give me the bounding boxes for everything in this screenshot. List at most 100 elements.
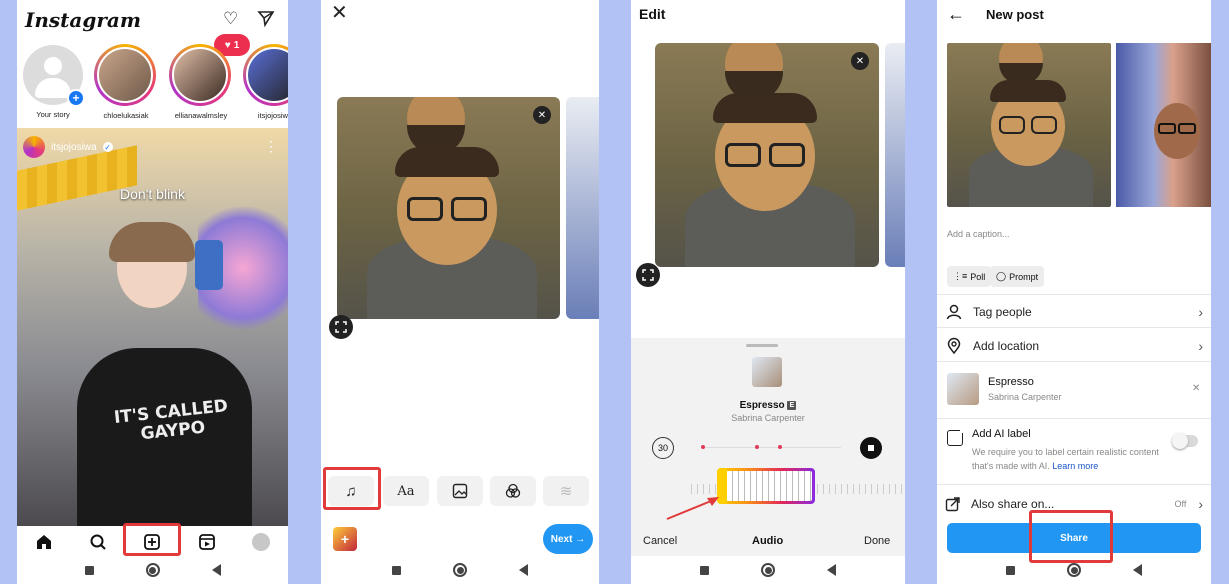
- screen-audio-edit: Edit ✕ Espresso E Sabrina Carpenter 30 C…: [631, 0, 905, 584]
- audio-clip-selector[interactable]: [717, 468, 815, 504]
- sticker-thumbnail-icon[interactable]: +: [333, 527, 357, 551]
- song-title: Espresso: [988, 376, 1034, 388]
- album-art: [752, 357, 782, 387]
- edit-tool-button[interactable]: ≋: [543, 476, 589, 506]
- expand-icon[interactable]: [329, 315, 353, 339]
- back-system-icon[interactable]: [519, 564, 528, 576]
- next-button[interactable]: Next →: [543, 524, 593, 554]
- ai-label-icon: [947, 427, 966, 446]
- page-title: New post: [986, 7, 1044, 22]
- system-nav-bar: [631, 556, 905, 584]
- home-icon[interactable]: [35, 533, 53, 551]
- poll-icon: ⋮≡: [953, 271, 968, 281]
- screen-feed: Instagram ♡ ♥ 1 + Your story chloelukasia…: [17, 0, 288, 584]
- profile-avatar-icon[interactable]: [251, 533, 270, 551]
- story-item[interactable]: ellianawalmsley: [169, 44, 233, 120]
- poll-chip[interactable]: ⋮≡ Poll: [947, 266, 992, 287]
- ai-label-toggle[interactable]: [1172, 433, 1198, 449]
- back-system-icon[interactable]: [827, 564, 836, 576]
- author-avatar: [23, 136, 45, 158]
- person-figure: IT'S CALLED GAYPO: [77, 222, 252, 526]
- share-out-icon: [945, 497, 960, 512]
- story-your-story[interactable]: + Your story: [21, 44, 85, 119]
- search-icon[interactable]: [89, 533, 107, 551]
- highlight-music-tool: [323, 467, 381, 510]
- arrow-annotation-icon: [666, 497, 719, 520]
- system-nav-bar: [937, 556, 1211, 584]
- second-media-preview[interactable]: [1116, 43, 1211, 207]
- add-story-icon[interactable]: +: [67, 89, 85, 107]
- sticker-tool-button[interactable]: [437, 476, 483, 506]
- media-preview[interactable]: [337, 97, 560, 319]
- avatar: +: [23, 45, 85, 107]
- caption-input[interactable]: Add a caption...: [947, 229, 1010, 239]
- system-nav-bar: [321, 556, 599, 584]
- post-caption: Don't blink: [120, 186, 185, 202]
- recents-icon[interactable]: [1006, 565, 1015, 575]
- prompt-chip[interactable]: ◯ Prompt: [990, 266, 1045, 287]
- expand-icon[interactable]: [636, 263, 660, 287]
- system-nav-bar: [17, 556, 288, 584]
- verified-icon: ✓: [102, 142, 113, 152]
- duration-button[interactable]: 30: [652, 437, 674, 459]
- home-system-icon[interactable]: [453, 563, 467, 577]
- filter-icon: [505, 483, 521, 498]
- cancel-button[interactable]: Cancel: [643, 535, 677, 547]
- close-icon[interactable]: ✕: [331, 0, 348, 25]
- audio-tab[interactable]: Audio: [752, 535, 783, 547]
- page-title: Edit: [639, 6, 666, 22]
- done-button[interactable]: Done: [864, 535, 890, 547]
- back-system-icon[interactable]: [1133, 564, 1142, 576]
- remove-music-icon[interactable]: ✕: [1192, 383, 1200, 394]
- reels-icon[interactable]: [198, 533, 216, 551]
- text-tool-button[interactable]: Aa: [383, 476, 429, 506]
- screen-editor: ✕ ✕ ♫ Aa ≋ + Next →: [321, 0, 599, 584]
- remove-media-icon[interactable]: ✕: [851, 52, 869, 70]
- drag-handle[interactable]: [746, 344, 778, 347]
- highlight-create-button: [123, 523, 181, 556]
- location-pin-icon: [947, 337, 961, 355]
- image-icon: [452, 483, 468, 499]
- chevron-right-icon: ›: [1198, 304, 1203, 320]
- next-media-preview[interactable]: [566, 97, 599, 319]
- text-icon: Aa: [397, 483, 415, 499]
- song-artist: Sabrina Carpenter: [731, 413, 805, 423]
- heart-icon[interactable]: ♡: [223, 9, 238, 29]
- filter-tool-button[interactable]: [490, 476, 536, 506]
- post-author: itsjojosiwa: [51, 141, 97, 153]
- more-options-icon[interactable]: ⋮: [264, 138, 278, 155]
- remove-media-icon[interactable]: ✕: [533, 106, 551, 124]
- tag-people-row[interactable]: Tag people ›: [945, 302, 1203, 322]
- edit-icon: ≋: [559, 483, 573, 500]
- post-header[interactable]: itsjojosiwa ✓: [23, 136, 113, 158]
- add-location-row[interactable]: Add location ›: [945, 336, 1203, 356]
- post-media[interactable]: IT'S CALLED GAYPO itsjojosiwa ✓ ⋮ Don't …: [17, 128, 288, 526]
- learn-more-link[interactable]: Learn more: [1052, 461, 1098, 471]
- back-arrow-icon[interactable]: ←: [947, 4, 965, 25]
- explicit-badge: E: [787, 400, 797, 410]
- recents-icon[interactable]: [392, 565, 401, 575]
- song-title-row: Espresso E: [631, 400, 905, 411]
- home-system-icon[interactable]: [761, 563, 775, 577]
- home-system-icon[interactable]: [1067, 563, 1081, 577]
- stop-icon[interactable]: [860, 437, 882, 459]
- also-share-value: Off: [1174, 499, 1187, 509]
- album-art: [947, 373, 979, 405]
- back-system-icon[interactable]: [211, 564, 221, 576]
- home-system-icon[interactable]: [145, 563, 160, 577]
- screen-new-post: ← New post Add a caption... ⋮≡ Poll ◯ Prom…: [937, 0, 1211, 584]
- story-item[interactable]: itsjojosiwa: [243, 44, 288, 120]
- recents-icon[interactable]: [84, 565, 94, 575]
- phone-in-hand: [195, 240, 223, 290]
- media-preview[interactable]: [947, 43, 1111, 207]
- timeline-track: [701, 447, 841, 448]
- prompt-icon: ◯: [996, 271, 1007, 281]
- story-item[interactable]: chloelukasiak: [94, 44, 158, 120]
- recents-icon[interactable]: [700, 565, 709, 575]
- chevron-right-icon: ›: [1198, 338, 1203, 354]
- media-preview[interactable]: [655, 43, 879, 267]
- send-icon[interactable]: [257, 9, 275, 32]
- song-artist: Sabrina Carpenter: [988, 392, 1062, 402]
- next-media-preview[interactable]: [885, 43, 905, 267]
- app-logo: Instagram: [25, 8, 141, 32]
